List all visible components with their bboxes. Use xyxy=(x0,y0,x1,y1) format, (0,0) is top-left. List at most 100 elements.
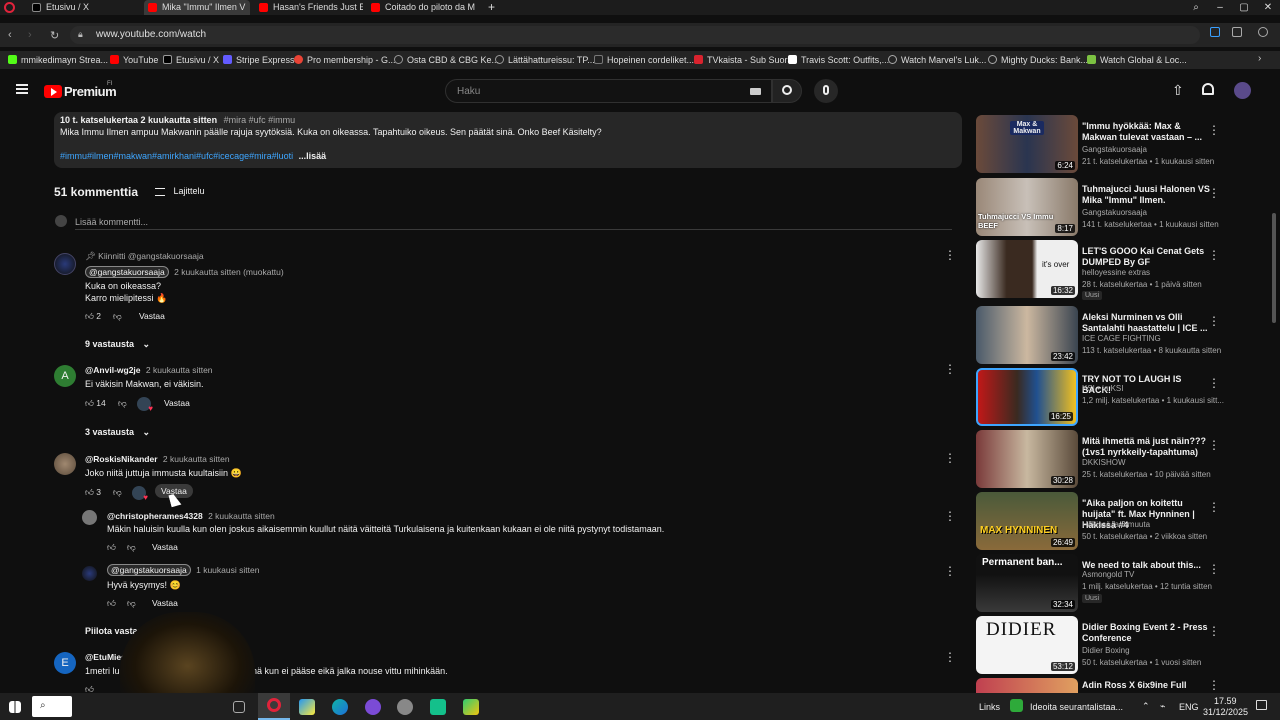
recommended-video[interactable]: DIDIER 53:12 Didier Boxing Event 2 - Pre… xyxy=(976,616,1266,674)
recommended-video[interactable]: Permanent ban... 32:34 We need to talk a… xyxy=(976,554,1266,612)
comment-author[interactable]: @Anvil-wg2je 2 kuukautta sitten xyxy=(85,365,213,375)
keyboard-icon[interactable] xyxy=(750,88,761,95)
tab-youtube-video[interactable]: Mika "Immu" Ilmen V xyxy=(144,0,250,15)
bookmark-item[interactable]: Hopeinen cordeliket... xyxy=(594,53,694,67)
comment-menu-icon[interactable]: ⋮ xyxy=(944,248,956,262)
video-thumbnail[interactable]: Permanent ban... 32:34 xyxy=(976,554,1078,612)
video-title[interactable]: Adin Ross X 6ix9ine Full xyxy=(1082,680,1210,691)
reload-icon[interactable]: ↻ xyxy=(50,29,59,42)
task-view-icon[interactable] xyxy=(233,701,245,713)
comment-author[interactable]: @RoskisNikander 2 kuukautta sitten xyxy=(85,454,230,464)
video-thumbnail[interactable]: 16:25 xyxy=(976,368,1078,426)
recommended-video[interactable]: it's over 16:32 LET'S GOOO Kai Cenat Get… xyxy=(976,240,1266,300)
language-indicator[interactable]: ENG xyxy=(1179,702,1199,712)
dislike-icon[interactable]: 👎︎ xyxy=(118,398,127,409)
avatar[interactable]: A xyxy=(54,365,76,387)
extension-icon[interactable] xyxy=(1210,27,1220,37)
channel-name[interactable]: Didier Boxing xyxy=(1082,646,1130,655)
recommended-video[interactable]: Tuhmajucci VS Immu BEEF 8:17 Tuhmajucci … xyxy=(976,178,1266,236)
avatar[interactable] xyxy=(54,453,76,475)
opera-logo-icon[interactable] xyxy=(4,2,15,13)
bookmark-item[interactable]: mmikedimayn Strea... xyxy=(8,53,108,67)
like-button[interactable]: 👍︎ xyxy=(107,598,116,609)
photos-app-icon[interactable] xyxy=(299,699,315,715)
video-menu-icon[interactable]: ⋮ xyxy=(1208,500,1220,514)
author-chip[interactable]: @gangstakuorsaaja xyxy=(85,266,169,278)
channel-name[interactable]: Gangstakuorsaaja xyxy=(1082,208,1147,217)
video-menu-icon[interactable]: ⋮ xyxy=(1208,562,1220,576)
recommended-video[interactable]: Adin Ross X 6ix9ine Full ⋮ xyxy=(976,678,1266,693)
comment-time[interactable]: 2 kuukautta sitten (muokattu) xyxy=(174,267,284,277)
dislike-icon[interactable]: 👎︎ xyxy=(127,598,136,609)
reply-time[interactable]: 1 kuukausi sitten xyxy=(196,565,259,575)
app-icon[interactable] xyxy=(430,699,446,715)
dislike-icon[interactable]: 👎︎ xyxy=(113,487,122,498)
reply-author[interactable]: @gangstakuorsaaja 1 kuukausi sitten xyxy=(107,564,259,576)
author-name[interactable]: @RoskisNikander xyxy=(85,454,158,464)
bookmark-item[interactable]: Watch Global & Loc... xyxy=(1087,53,1187,67)
notifications-icon[interactable] xyxy=(1256,700,1267,710)
tray-overflow-icon[interactable]: ⌃ xyxy=(1142,701,1150,712)
like-button[interactable]: 👍︎ 2 xyxy=(85,311,101,322)
upload-icon[interactable]: ⇧ xyxy=(1172,82,1184,99)
video-menu-icon[interactable]: ⋮ xyxy=(1208,314,1220,328)
lock-icon[interactable]: 🔒︎ xyxy=(78,29,83,40)
recommended-video[interactable]: Max & Makwan 6:24 "Immu hyökkää: Max & M… xyxy=(976,115,1266,173)
channel-name[interactable]: Häkissä ja 3 muuta xyxy=(1082,520,1150,529)
tab-coitado[interactable]: Coitado do piloto da Mot xyxy=(367,0,475,15)
channel-name[interactable]: DKKISHOW xyxy=(1082,458,1126,467)
video-thumbnail[interactable]: 23:42 xyxy=(976,306,1078,364)
video-thumbnail[interactable] xyxy=(976,678,1078,693)
cube-icon[interactable] xyxy=(1232,27,1242,37)
bookmark-item[interactable]: YouTube xyxy=(110,53,158,67)
channel-name[interactable]: Asmongold TV xyxy=(1082,570,1134,579)
avatar[interactable] xyxy=(54,253,76,275)
show-more-button[interactable]: ...lisää xyxy=(299,151,327,161)
recommended-video[interactable]: 16:25 TRY NOT TO LAUGH IS BACK! KSI • ja… xyxy=(976,368,1266,426)
reply-button[interactable]: Vastaa xyxy=(152,542,178,552)
video-menu-icon[interactable]: ⋮ xyxy=(1208,186,1220,200)
back-icon[interactable]: ‹ xyxy=(8,29,12,41)
bookmark-item[interactable]: Watch Marvel's Luk... xyxy=(888,53,986,67)
video-thumbnail[interactable]: Tuhmajucci VS Immu BEEF 8:17 xyxy=(976,178,1078,236)
news-widget[interactable]: Ideoita seurantalistaa... xyxy=(1030,702,1123,712)
comment-time[interactable]: 2 kuukautta sitten xyxy=(163,454,230,464)
comment-menu-icon[interactable]: ⋮ xyxy=(944,362,956,376)
video-title[interactable]: LET'S GOOO Kai Cenat Gets DUMPED By GF xyxy=(1082,246,1210,268)
reply-menu-icon[interactable]: ⋮ xyxy=(944,564,956,578)
video-menu-icon[interactable]: ⋮ xyxy=(1208,438,1220,452)
video-thumbnail[interactable]: 30:28 xyxy=(976,430,1078,488)
inline-tags[interactable]: #mira #ufc #immu xyxy=(224,115,296,125)
video-title[interactable]: Tuhmajucci Juusi Halonen VS Mika "Immu" … xyxy=(1082,184,1210,206)
channel-name[interactable]: KSI • ja KSI xyxy=(1082,384,1123,393)
video-description[interactable]: 10 t. katselukertaa 2 kuukautta sitten #… xyxy=(54,112,962,168)
video-menu-icon[interactable]: ⋮ xyxy=(1208,678,1220,692)
video-menu-icon[interactable]: ⋮ xyxy=(1208,123,1220,137)
bookmark-item[interactable]: Pro membership - G... xyxy=(294,53,396,67)
bookmark-item[interactable]: Stripe Express xyxy=(223,53,295,67)
app-icon[interactable] xyxy=(463,699,479,715)
clock-date[interactable]: 31/12/2025 xyxy=(1203,707,1248,717)
video-thumbnail[interactable]: it's over 16:32 xyxy=(976,240,1078,298)
author-name[interactable]: @Anvil-wg2je xyxy=(85,365,141,375)
avatar[interactable] xyxy=(82,566,97,581)
like-button[interactable]: 👍︎ xyxy=(107,542,116,553)
search-tabs-icon[interactable]: ⌕ xyxy=(1184,0,1208,15)
forward-icon[interactable]: › xyxy=(28,29,32,41)
taskbar-search-box[interactable]: ⌕ xyxy=(32,696,72,717)
reply-button[interactable]: Vastaa xyxy=(164,398,190,408)
bookmark-item[interactable]: Osta CBD & CBG Ke... xyxy=(394,53,499,67)
recommended-video[interactable]: 30:28 Mitä ihmettä mä just näin??? (1vs1… xyxy=(976,430,1266,488)
reply-time[interactable]: 2 kuukautta sitten xyxy=(208,511,275,521)
minimize-button[interactable]: – xyxy=(1208,0,1232,15)
maximize-button[interactable]: ▢ xyxy=(1232,0,1256,15)
clock-time[interactable]: 17.59 xyxy=(1214,696,1237,706)
page-scrollbar[interactable] xyxy=(1272,213,1276,323)
edge-icon[interactable] xyxy=(332,699,348,715)
video-menu-icon[interactable]: ⋮ xyxy=(1208,376,1220,390)
bookmark-item[interactable]: Etusivu / X xyxy=(163,53,219,67)
author-chip[interactable]: @gangstakuorsaaja xyxy=(107,564,191,576)
reply-button[interactable]: Vastaa xyxy=(139,311,165,321)
bookmark-item[interactable]: Lättähattureissu: TP... xyxy=(495,53,595,67)
comment-time[interactable]: 2 kuukautta sitten xyxy=(146,365,213,375)
